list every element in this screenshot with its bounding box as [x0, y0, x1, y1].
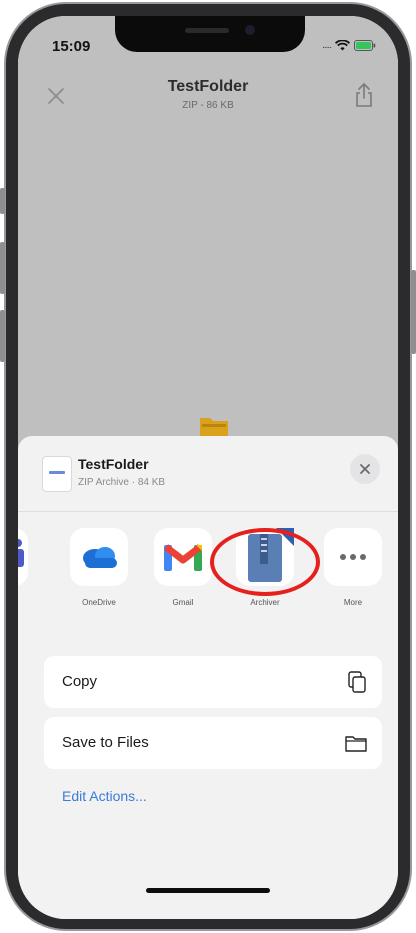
nav-title: TestFolder — [167, 78, 249, 95]
home-indicator[interactable] — [146, 888, 270, 893]
wifi-icon — [335, 40, 350, 51]
nav-subtitle: ZIP - 86 KB — [182, 100, 234, 111]
zip-file-icon — [42, 456, 72, 492]
share-sheet: TestFolder ZIP Archive · 84 KB OneDrive … — [18, 436, 398, 919]
highlight-annotation — [210, 528, 320, 596]
front-camera — [245, 25, 255, 35]
volume-down-button — [0, 310, 5, 362]
app-label: OneDrive — [82, 598, 116, 607]
share-apps-row[interactable]: OneDrive Gmail Archiver More — [18, 528, 398, 624]
teams-icon[interactable] — [18, 528, 28, 586]
edit-actions-link[interactable]: Edit Actions... — [62, 788, 147, 804]
power-button — [411, 270, 416, 354]
share-sheet-header: TestFolder ZIP Archive · 84 KB — [18, 436, 398, 512]
volume-up-button — [0, 242, 5, 294]
share-app-more[interactable]: More — [318, 528, 388, 607]
status-icons: ..... — [322, 40, 376, 51]
gmail-icon[interactable] — [154, 528, 212, 586]
share-file-info: ZIP Archive · 84 KB — [78, 477, 166, 488]
app-label: Gmail — [172, 598, 194, 607]
share-app-onedrive[interactable]: OneDrive — [64, 528, 134, 607]
share-file-name: TestFolder — [78, 456, 149, 472]
onedrive-icon[interactable] — [70, 528, 128, 586]
battery-icon — [354, 40, 376, 51]
screen: 15:09 ..... TestFolder ZIP - 86 KB TestF… — [18, 16, 398, 919]
speaker — [185, 28, 229, 33]
save-to-files-action[interactable]: Save to Files — [44, 717, 382, 769]
save-to-files-label: Save to Files — [62, 734, 149, 751]
notch — [115, 16, 305, 52]
copy-label: Copy — [62, 673, 98, 690]
share-icon[interactable] — [352, 82, 376, 108]
close-icon — [360, 464, 370, 474]
app-label: Archiver — [250, 598, 280, 607]
status-time: 15:09 — [52, 38, 91, 55]
folder-icon-preview — [198, 414, 230, 436]
more-icon[interactable] — [324, 528, 382, 586]
silent-switch — [0, 188, 5, 214]
sheet-close-button[interactable] — [350, 454, 380, 484]
signal-icon: ..... — [322, 40, 332, 51]
copy-icon — [344, 670, 368, 694]
copy-action[interactable]: Copy — [44, 656, 382, 708]
share-app-gmail[interactable]: Gmail — [148, 528, 218, 607]
folder-icon — [344, 731, 368, 755]
app-label: More — [343, 598, 363, 607]
